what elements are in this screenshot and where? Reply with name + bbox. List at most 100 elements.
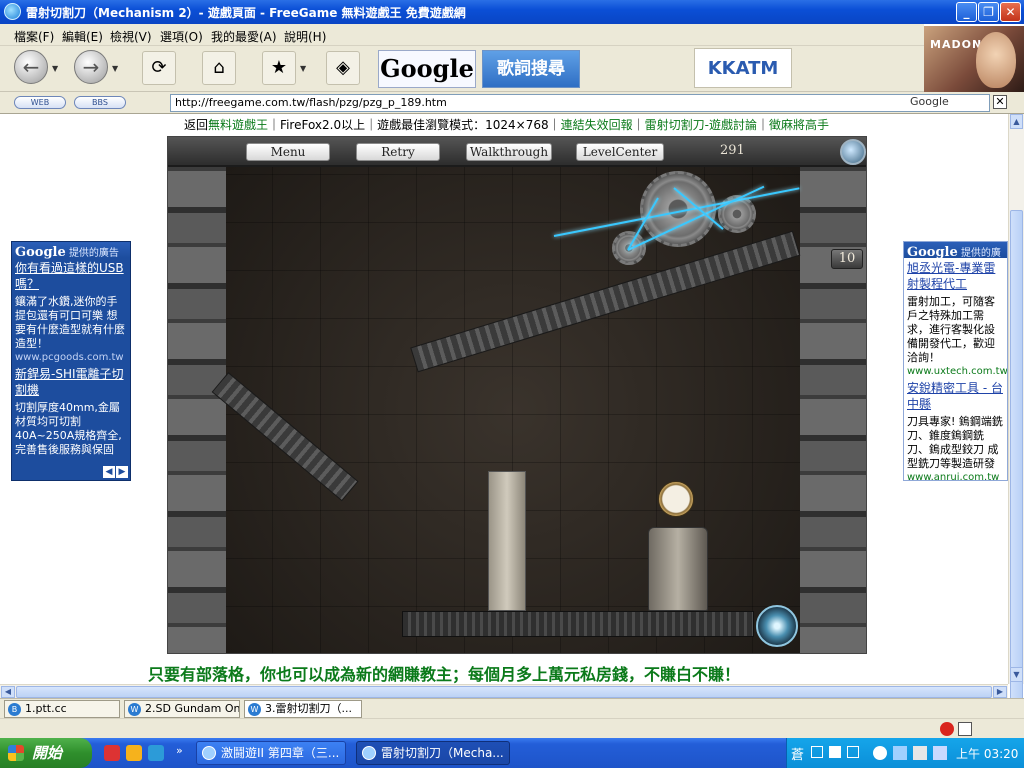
google-brand: Google — [15, 245, 66, 260]
ime-indicator[interactable]: 蒼 — [791, 744, 804, 763]
right-machinery-wall — [800, 137, 866, 653]
back-dropdown-icon[interactable]: ▼ — [52, 64, 58, 73]
retry-button[interactable]: Retry — [356, 143, 440, 161]
quicklaunch-icon[interactable] — [126, 745, 142, 761]
ime-mode-icon[interactable] — [829, 746, 841, 758]
forward-button[interactable]: → — [74, 50, 108, 84]
clock: 上午 03:20 — [956, 747, 1019, 761]
scroll-down-icon[interactable]: ▼ — [1010, 667, 1023, 682]
goal-target-icon[interactable] — [756, 605, 798, 647]
url-input[interactable]: http://freegame.com.tw/flash/pzg/pzg_p_1… — [170, 94, 990, 112]
ad-title-link[interactable]: 新銲易-SHI電離子切割機 — [12, 364, 130, 400]
game-canvas[interactable]: Menu Retry Walkthrough LevelCenter 291 1… — [167, 136, 867, 654]
mahjong-link[interactable]: 徵麻將高手 — [769, 118, 829, 132]
scroll-left-icon[interactable]: ◀ — [1, 686, 15, 698]
maximize-button[interactable]: ❐ — [978, 2, 999, 22]
walkthrough-button[interactable]: Walkthrough — [466, 143, 552, 161]
refresh-icon[interactable]: ⟳ — [142, 51, 176, 85]
ad-url[interactable]: www.uxtech.com.tw — [904, 366, 1007, 378]
forward-dropdown-icon[interactable]: ▼ — [112, 64, 118, 73]
separator: ｜ — [268, 118, 281, 132]
tray-icon[interactable] — [933, 746, 947, 760]
menu-options[interactable]: 選項(O) — [160, 28, 203, 45]
quicklaunch-overflow-icon[interactable]: » — [176, 744, 183, 757]
start-button[interactable]: 開始 — [0, 738, 92, 768]
app-icon — [362, 746, 376, 760]
ie-icon — [202, 746, 216, 760]
menu-favorites[interactable]: 我的最愛(A) — [211, 28, 277, 45]
taskbar-item[interactable]: 激鬪遊II 第四章（三... — [196, 741, 346, 765]
security-status-bar — [0, 718, 1024, 738]
tab-laser-cutter[interactable]: W 3.雷射切割刀（... — [244, 700, 362, 718]
zoom-icon[interactable] — [958, 722, 972, 736]
tab-sd-gundam[interactable]: W 2.SD Gundam On... — [124, 700, 240, 718]
horizontal-scrollbar[interactable]: ◀ ▶ — [0, 684, 1008, 698]
start-label: 開始 — [32, 744, 63, 762]
left-google-ad: Google 提供的廣告 你有看過這樣的USB嗎？ 鑲滿了水鑽,迷你的手提包還有… — [11, 241, 131, 481]
ad-title-link[interactable]: 安銳精密工具 - 台中縣 — [904, 378, 1007, 414]
horizontal-scroll-thumb[interactable] — [16, 686, 992, 698]
tab-label: 3.雷射切割刀（... — [265, 702, 352, 715]
taskbar-item-active[interactable]: 雷射切割刀（Mecha... — [356, 741, 510, 765]
menu-help[interactable]: 說明(H) — [284, 28, 326, 45]
menu-file[interactable]: 檔案(F) — [14, 28, 54, 45]
close-button[interactable]: ✕ — [1000, 2, 1021, 22]
quicklaunch-icon[interactable] — [104, 745, 120, 761]
favorites-icon[interactable]: ★ — [262, 51, 296, 85]
scroll-right-icon[interactable]: ▶ — [993, 686, 1007, 698]
lyrics-search-button[interactable]: 歌詞搜尋 — [482, 50, 580, 88]
kkatm-button[interactable]: KKATM — [694, 48, 792, 88]
address-bar: WEB BBS http://freegame.com.tw/flash/pzg… — [0, 92, 1024, 114]
ad-description: 切割厚度40mm,金屬材質均可切割 40A~250A規格齊全,完善售後服務與保固 — [15, 401, 122, 456]
report-link[interactable]: 連結失效回報 — [561, 118, 633, 132]
web-pill[interactable]: WEB — [14, 96, 66, 109]
floor-rail — [402, 611, 754, 637]
network-icon[interactable] — [893, 746, 907, 760]
scroll-up-icon[interactable]: ▲ — [1010, 114, 1023, 129]
ad-description: 刀具專家! 鎢鋼端銑刀、錐度鎢鋼銑刀、鎢成型鉸刀 成型銑刀等製造研發 — [907, 415, 1003, 470]
quicklaunch-icon[interactable] — [148, 745, 164, 761]
metal-cylinder — [648, 527, 708, 611]
back-button[interactable]: ← — [14, 50, 48, 84]
vertical-scrollbar[interactable]: ▲ ▼ — [1008, 114, 1024, 750]
windows-logo-icon — [8, 745, 24, 761]
menu-edit[interactable]: 編輯(E) — [62, 28, 103, 45]
ime-fullwidth-icon[interactable] — [847, 746, 859, 758]
google-toolbar-button[interactable]: Google — [378, 50, 476, 88]
google-brand: Google — [907, 245, 958, 260]
home-icon[interactable]: ⌂ — [202, 51, 236, 85]
madonna-ad-banner[interactable]: MADONNA — [924, 26, 1024, 92]
address-google-label[interactable]: Google — [910, 95, 949, 108]
stone-pillar — [488, 471, 526, 611]
levelcenter-button[interactable]: LevelCenter — [576, 143, 664, 161]
cube-icon[interactable]: ◈ — [326, 51, 360, 85]
menu-view[interactable]: 檢視(V) — [110, 28, 152, 45]
separator: ｜ — [365, 118, 378, 132]
ad-title-link[interactable]: 你有看過這樣的USB嗎？ — [12, 258, 130, 294]
favorites-dropdown-icon[interactable]: ▼ — [300, 64, 306, 73]
site-link[interactable]: 無料遊戲王 — [208, 118, 268, 132]
promo-text[interactable]: 只要有部落格，你也可以成為新的網賺教主；每個月多上萬元私房錢，不賺白不賺！ — [148, 661, 740, 684]
minimize-button[interactable]: _ — [956, 2, 977, 22]
ad-url[interactable]: www.pcgoods.com.tw — [12, 352, 130, 364]
ad-url[interactable]: www.anrui.com.tw — [904, 472, 1007, 480]
ime-icon[interactable] — [811, 746, 823, 758]
tab-icon: W — [128, 703, 141, 716]
tab-icon: W — [248, 703, 261, 716]
next-icon[interactable]: ▶ — [116, 466, 128, 478]
volume-icon[interactable] — [913, 746, 927, 760]
tray-icon[interactable] — [873, 746, 887, 760]
back-text: 返回 — [184, 118, 209, 132]
menu-button[interactable]: Menu — [246, 143, 330, 161]
taskbar: 開始 » 激鬪遊II 第四章（三... 雷射切割刀（Mecha... 蒼 上午 … — [0, 738, 1024, 768]
tab-icon: B — [8, 703, 21, 716]
bbs-pill[interactable]: BBS — [74, 96, 126, 109]
address-close-icon[interactable]: ✕ — [993, 95, 1007, 109]
ad-title-link[interactable]: 旭丞光電-專業雷射製程代工 — [904, 258, 1007, 294]
tab-ptt[interactable]: B 1.ptt.cc — [4, 700, 120, 718]
prev-icon[interactable]: ◀ — [103, 466, 115, 478]
blocked-icon[interactable] — [940, 722, 954, 736]
sound-lens-icon[interactable] — [840, 139, 866, 165]
window-title: 雷射切割刀（Mechanism 2）- 遊戲頁面 - FreeGame 無料遊戲… — [26, 6, 466, 20]
discuss-link[interactable]: 雷射切割刀-遊戲討論 — [645, 118, 757, 132]
